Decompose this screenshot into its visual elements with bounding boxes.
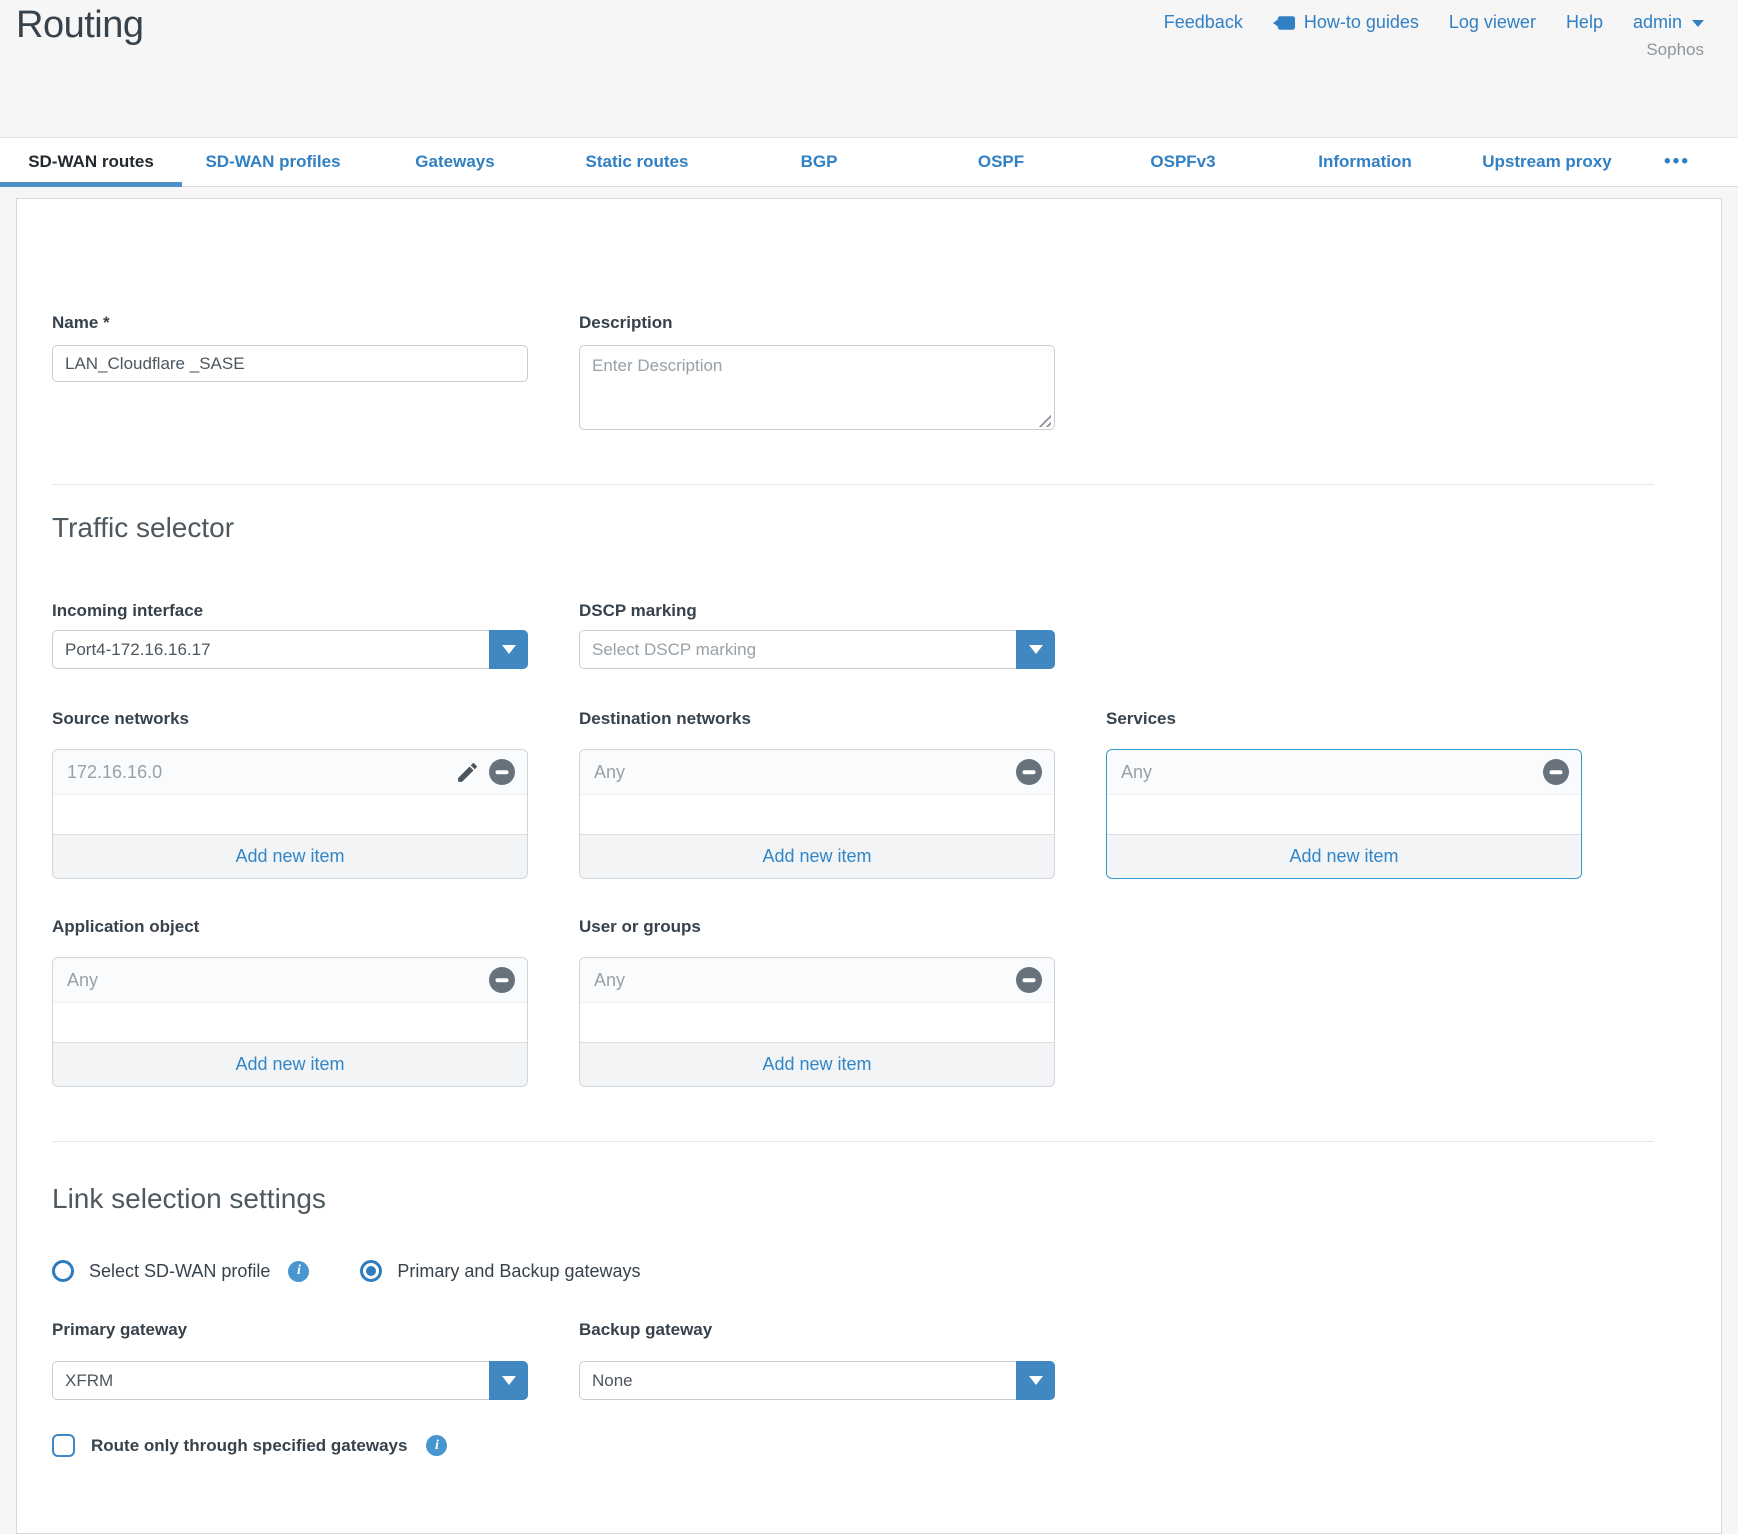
more-tabs-icon[interactable]: ••• [1664,138,1690,186]
description-label: Description [579,313,1055,333]
header-links: Feedback How-to guides Log viewer Help a… [1164,12,1704,33]
edit-icon[interactable] [455,760,480,785]
destination-networks-box: Any Add new item [579,749,1055,879]
name-label: Name * [52,313,528,333]
add-new-item-button[interactable]: Add new item [580,1042,1054,1086]
admin-menu[interactable]: admin [1633,12,1704,33]
application-object-label: Application object [52,917,528,937]
listbox-empty-area [1107,795,1581,834]
listbox-empty-area [53,1003,527,1042]
application-object-box: Any Add new item [52,957,528,1087]
traffic-selector-heading: Traffic selector [52,511,1686,545]
radio-select-sdwan-profile[interactable]: Select SD-WAN profile i [52,1260,309,1282]
remove-icon[interactable] [489,967,515,993]
remove-icon[interactable] [1543,759,1569,785]
description-input[interactable] [579,345,1055,430]
tab-ospf[interactable]: OSPF [910,138,1092,186]
info-icon[interactable]: i [426,1435,447,1456]
primary-gateway-select[interactable]: XFRM [52,1361,528,1400]
listbox-empty-area [580,1003,1054,1042]
tab-bgp[interactable]: BGP [728,138,910,186]
interface-dscp-controls: Port4-172.16.16.17 Select DSCP marking [52,630,1686,669]
log-viewer-link[interactable]: Log viewer [1449,12,1536,33]
name-input[interactable] [52,345,528,382]
source-networks-box: 172.16.16.0 Add new item [52,749,528,879]
radio-icon-selected[interactable] [360,1260,382,1282]
dscp-marking-select[interactable]: Select DSCP marking [579,630,1055,669]
list-item: Any [1107,750,1581,795]
services-box: Any Add new item [1106,749,1582,879]
tab-ospfv3[interactable]: OSPFv3 [1092,138,1274,186]
how-to-guides-link[interactable]: How-to guides [1273,12,1419,33]
dropdown-arrow-icon[interactable] [489,630,528,669]
tab-information[interactable]: Information [1274,138,1456,186]
dscp-marking-label: DSCP marking [579,601,1055,621]
app-user-labels: Application object User or groups [52,917,1686,949]
destination-networks-label: Destination networks [579,709,1055,729]
source-networks-label: Source networks [52,709,528,729]
listbox-empty-area [580,795,1054,834]
interface-dscp-labels: Incoming interface DSCP marking [52,601,1686,621]
remove-icon[interactable] [1016,967,1042,993]
user-or-groups-box: Any Add new item [579,957,1055,1087]
tab-sdwan-profiles[interactable]: SD-WAN profiles [182,138,364,186]
add-new-item-button[interactable]: Add new item [53,834,527,878]
top-header: Routing Feedback How-to guides Log viewe… [0,0,1738,137]
dropdown-arrow-icon[interactable] [1016,630,1055,669]
list-item: Any [580,750,1054,795]
route-only-label: Route only through specified gateways [91,1436,407,1456]
tab-bar: SD-WAN routes SD-WAN profiles Gateways S… [0,137,1738,187]
info-icon[interactable]: i [288,1261,309,1282]
help-link[interactable]: Help [1566,12,1603,33]
backup-gateway-select[interactable]: None [579,1361,1055,1400]
networks-boxes: 172.16.16.0 Add new item Any Add new [52,749,1686,879]
listbox-empty-area [53,795,527,834]
add-new-item-button[interactable]: Add new item [53,1042,527,1086]
user-or-groups-label: User or groups [579,917,1055,937]
remove-icon[interactable] [1016,759,1042,785]
feedback-link[interactable]: Feedback [1164,12,1243,33]
list-item: 172.16.16.0 [53,750,527,795]
brand-label: Sophos [1646,40,1704,60]
remove-icon[interactable] [489,759,515,785]
link-selection-heading: Link selection settings [52,1182,1686,1216]
networks-labels: Source networks Destination networks Ser… [52,709,1686,741]
backup-gateway-label: Backup gateway [579,1320,1055,1340]
tab-gateways[interactable]: Gateways [364,138,546,186]
route-only-checkbox[interactable] [52,1434,75,1457]
incoming-interface-select[interactable]: Port4-172.16.16.17 [52,630,528,669]
tab-sdwan-routes[interactable]: SD-WAN routes [0,138,182,186]
primary-gateway-label: Primary gateway [52,1320,528,1340]
tab-static-routes[interactable]: Static routes [546,138,728,186]
dropdown-arrow-icon[interactable] [1016,1361,1055,1400]
caret-down-icon [1692,20,1704,27]
list-item: Any [53,958,527,1003]
app-user-boxes: Any Add new item Any Add new item [52,957,1686,1087]
sdwan-route-form-card: Name * Description Traffic selector Inco… [16,198,1722,1534]
radio-icon[interactable] [52,1260,74,1282]
gateway-labels: Primary gateway Backup gateway [52,1320,1686,1352]
radio-primary-backup-gateways[interactable]: Primary and Backup gateways [360,1260,640,1282]
name-description-row: Name * Description [52,313,1686,435]
link-selection-radios: Select SD-WAN profile i Primary and Back… [52,1260,1686,1282]
section-divider [52,1141,1654,1142]
tab-upstream-proxy[interactable]: Upstream proxy [1456,138,1638,186]
add-new-item-button[interactable]: Add new item [580,834,1054,878]
list-item: Any [580,958,1054,1003]
add-new-item-button[interactable]: Add new item [1107,834,1581,878]
services-label: Services [1106,709,1582,729]
gateway-controls: XFRM None [52,1361,1686,1400]
incoming-interface-label: Incoming interface [52,601,528,621]
route-only-row: Route only through specified gateways i [52,1434,1686,1457]
page-title: Routing [16,4,143,47]
video-icon [1273,15,1296,31]
section-divider [52,484,1654,485]
dropdown-arrow-icon[interactable] [489,1361,528,1400]
